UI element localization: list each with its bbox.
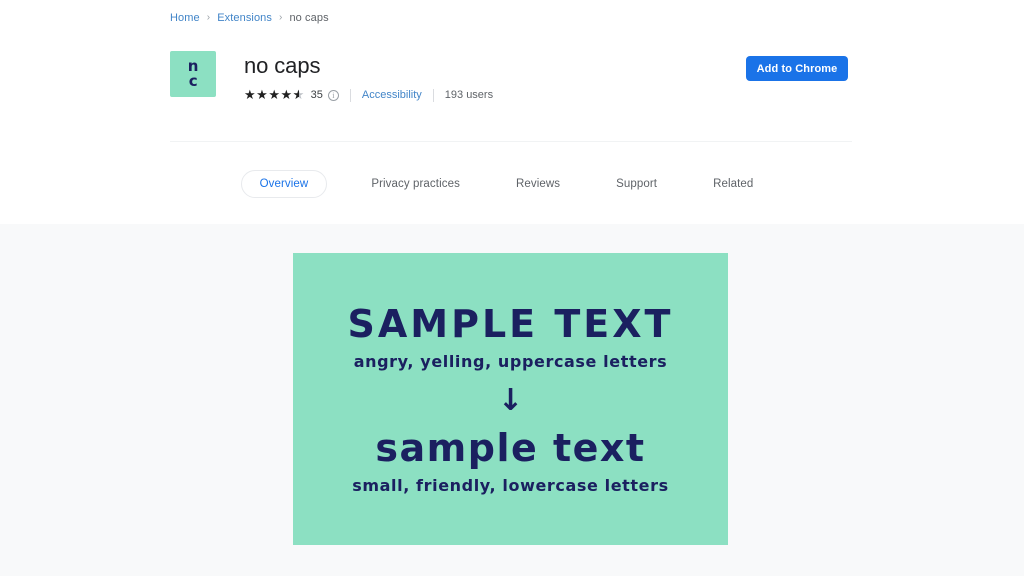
breadcrumb-separator-icon: › [279,12,283,23]
breadcrumb-item-current: no caps [289,12,329,24]
subline-divider [432,88,434,102]
promo-subtitle-uppercase: angry, yelling, uppercase letters [353,352,668,371]
category-link[interactable]: Accessibility [362,88,422,102]
extension-icon: n c [170,51,216,97]
promo-media-tile[interactable]: SAMPLE TEXT angry, yelling, uppercase le… [293,253,728,545]
breadcrumb-separator-icon: › [206,12,211,23]
tab-bar: Overview Privacy practices Reviews Suppo… [170,170,852,198]
extension-icon-glyph: n c [170,59,216,89]
tab-related[interactable]: Related [713,170,753,198]
arrow-down-icon: ↓ [497,383,524,418]
star-icon-full: ★ [268,87,281,103]
rating-stars: ★ ★ ★ ★ ★ ★ [244,88,306,102]
add-to-chrome-button[interactable]: Add to Chrome [746,56,848,81]
extension-subline: ★ ★ ★ ★ ★ ★ 35 i Accessibility 193 users [244,88,852,102]
promo-subtitle-lowercase: small, friendly, lowercase letters [352,476,669,495]
tab-reviews[interactable]: Reviews [516,170,560,198]
header-divider [170,141,852,142]
page-body-section: SAMPLE TEXT angry, yelling, uppercase le… [0,224,1024,576]
star-icon-full: ★ [244,87,257,103]
promo-headline-lowercase: sample text [375,426,646,470]
tab-privacy-practices[interactable]: Privacy practices [371,170,460,198]
breadcrumb-item-extensions[interactable]: Extensions [217,11,272,25]
star-icon-full: ★ [256,87,269,103]
star-icon-half-fill: ★ [292,88,300,102]
info-icon[interactable]: i [327,89,339,101]
breadcrumb-item-home[interactable]: Home [170,11,200,25]
subline-divider [349,88,351,102]
users-count: 193 users [444,89,494,101]
star-icon-half: ★ ★ [293,89,306,102]
extension-detail-page: Home › Extensions › no caps n c no caps … [0,0,1024,576]
tab-overview[interactable]: Overview [240,170,328,198]
promo-headline-uppercase: SAMPLE TEXT [347,302,674,346]
star-icon-full: ★ [280,87,293,103]
tab-support[interactable]: Support [616,170,657,198]
page-header-section: Home › Extensions › no caps n c no caps … [0,0,1024,224]
extension-icon-line2: c [188,72,198,90]
breadcrumb: Home › Extensions › no caps [170,11,852,25]
rating-count: 35 [310,89,323,101]
